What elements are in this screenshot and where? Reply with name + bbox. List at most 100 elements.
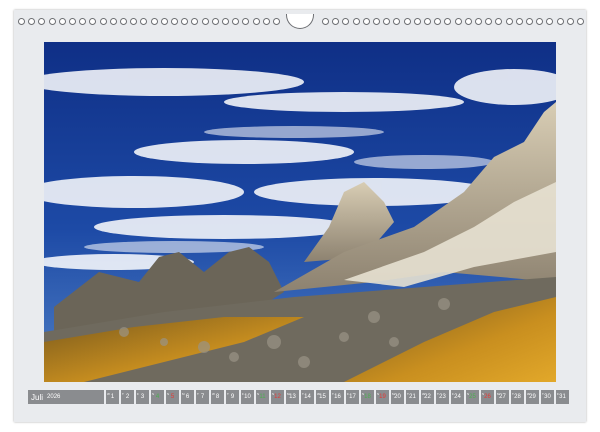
binding-hole	[79, 18, 87, 25]
day-cell: T 30	[541, 390, 554, 404]
day-cell: T2	[121, 390, 134, 404]
binding-hole	[475, 18, 482, 25]
day-number: 17	[349, 394, 356, 400]
weekday-letter: T	[332, 392, 334, 396]
weekday-letter: S	[152, 392, 155, 396]
binding-hole	[505, 18, 513, 25]
day-cell: W8	[211, 390, 224, 404]
day-number: 26	[484, 394, 491, 400]
binding-hole	[577, 18, 584, 25]
day-number: 16	[334, 394, 341, 400]
month-date-bar: Juli 2026 W 1 T 2 F 3 S 4 S 5 M 6 T 7 W 8 T 9 F 10 S 11 S 12 M 13…	[28, 390, 572, 404]
weekday-letter: T	[302, 392, 304, 396]
binding-hole	[252, 18, 260, 25]
day-number: 14	[304, 394, 311, 400]
weekday-letter: F	[242, 392, 244, 396]
binding-hole	[342, 18, 350, 25]
day-cell: S 19	[376, 390, 389, 404]
day-cell: T 16	[331, 390, 344, 404]
day-cell: T 28	[511, 390, 524, 404]
day-number: 20	[394, 394, 401, 400]
binding-hole	[546, 18, 554, 25]
day-number: 30	[544, 394, 551, 400]
weekday-letter: T	[437, 392, 439, 396]
day-cell: F3	[136, 390, 149, 404]
binding-hole	[556, 18, 564, 25]
month-name: Juli	[31, 392, 44, 402]
binding-hole	[242, 18, 250, 25]
weekday-letter: F	[557, 392, 559, 396]
day-cell: S 11	[256, 390, 269, 404]
month-year: 2026	[47, 394, 61, 400]
binding-hole	[444, 18, 452, 25]
day-cell: M 27	[496, 390, 509, 404]
binding-hole	[38, 18, 46, 25]
binding-hole	[181, 18, 189, 25]
binding-hole	[171, 18, 178, 25]
binding-hole	[69, 18, 76, 25]
day-number: 27	[499, 394, 506, 400]
binding-hole	[109, 18, 117, 25]
day-number: 15	[319, 394, 326, 400]
weekday-letter: T	[197, 392, 199, 396]
binding-hole	[28, 18, 36, 25]
binding-hole	[18, 18, 25, 25]
day-cell: T9	[226, 390, 239, 404]
binding-hole	[160, 18, 168, 25]
weekday-letter: W	[527, 392, 530, 396]
day-number: 25	[469, 394, 476, 400]
day-number: 7	[200, 394, 205, 400]
spiral-binding	[14, 14, 586, 30]
day-cell: W1	[106, 390, 119, 404]
binding-hole	[211, 18, 219, 25]
binding-hole	[332, 18, 340, 25]
weekday-letter: W	[317, 392, 320, 396]
day-number: 31	[559, 394, 566, 400]
weekday-letter: T	[407, 392, 409, 396]
weekday-letter: S	[377, 392, 380, 396]
weekday-letter: W	[107, 392, 110, 396]
binding-hole	[120, 18, 127, 25]
day-number: 12	[274, 394, 281, 400]
day-cell: F 24	[451, 390, 464, 404]
binding-hole	[566, 18, 574, 25]
binding-hole	[495, 18, 503, 25]
day-cell: T 21	[406, 390, 419, 404]
binding-hole	[89, 18, 97, 25]
weekday-letter: M	[182, 392, 185, 396]
binding-hole	[130, 18, 138, 25]
day-cell: M 13	[286, 390, 299, 404]
binding-hole	[464, 18, 472, 25]
day-number: 11	[259, 394, 266, 400]
binding-hole	[58, 18, 66, 25]
binding-hole	[515, 18, 523, 25]
day-cell: T 14	[301, 390, 314, 404]
month-label: Juli 2026	[28, 390, 104, 404]
weekday-letter: W	[212, 392, 215, 396]
weekday-letter: F	[452, 392, 454, 396]
binding-hole	[454, 18, 462, 25]
day-cell: F 17	[346, 390, 359, 404]
day-number: 3	[140, 394, 145, 400]
day-cell: S4	[151, 390, 164, 404]
binding-hole	[434, 18, 442, 25]
day-number: 6	[185, 394, 190, 400]
binding-hole	[262, 18, 270, 25]
day-number: 10	[244, 394, 251, 400]
day-cell: W 22	[421, 390, 434, 404]
binding-hole	[201, 18, 209, 25]
weekday-letter: T	[542, 392, 544, 396]
weekday-letter: T	[227, 392, 229, 396]
binding-hole	[413, 18, 421, 25]
day-number: 18	[364, 394, 371, 400]
mountain-photo-illustration	[44, 42, 556, 382]
binding-hole	[222, 18, 229, 25]
day-cell: F 10	[241, 390, 254, 404]
day-number: 1	[110, 394, 115, 400]
binding-hole	[273, 18, 280, 25]
binding-hole	[48, 18, 56, 25]
day-cell: W 29	[526, 390, 539, 404]
day-cell: S 25	[466, 390, 479, 404]
day-cell: M 20	[391, 390, 404, 404]
binding-hole	[383, 18, 391, 25]
